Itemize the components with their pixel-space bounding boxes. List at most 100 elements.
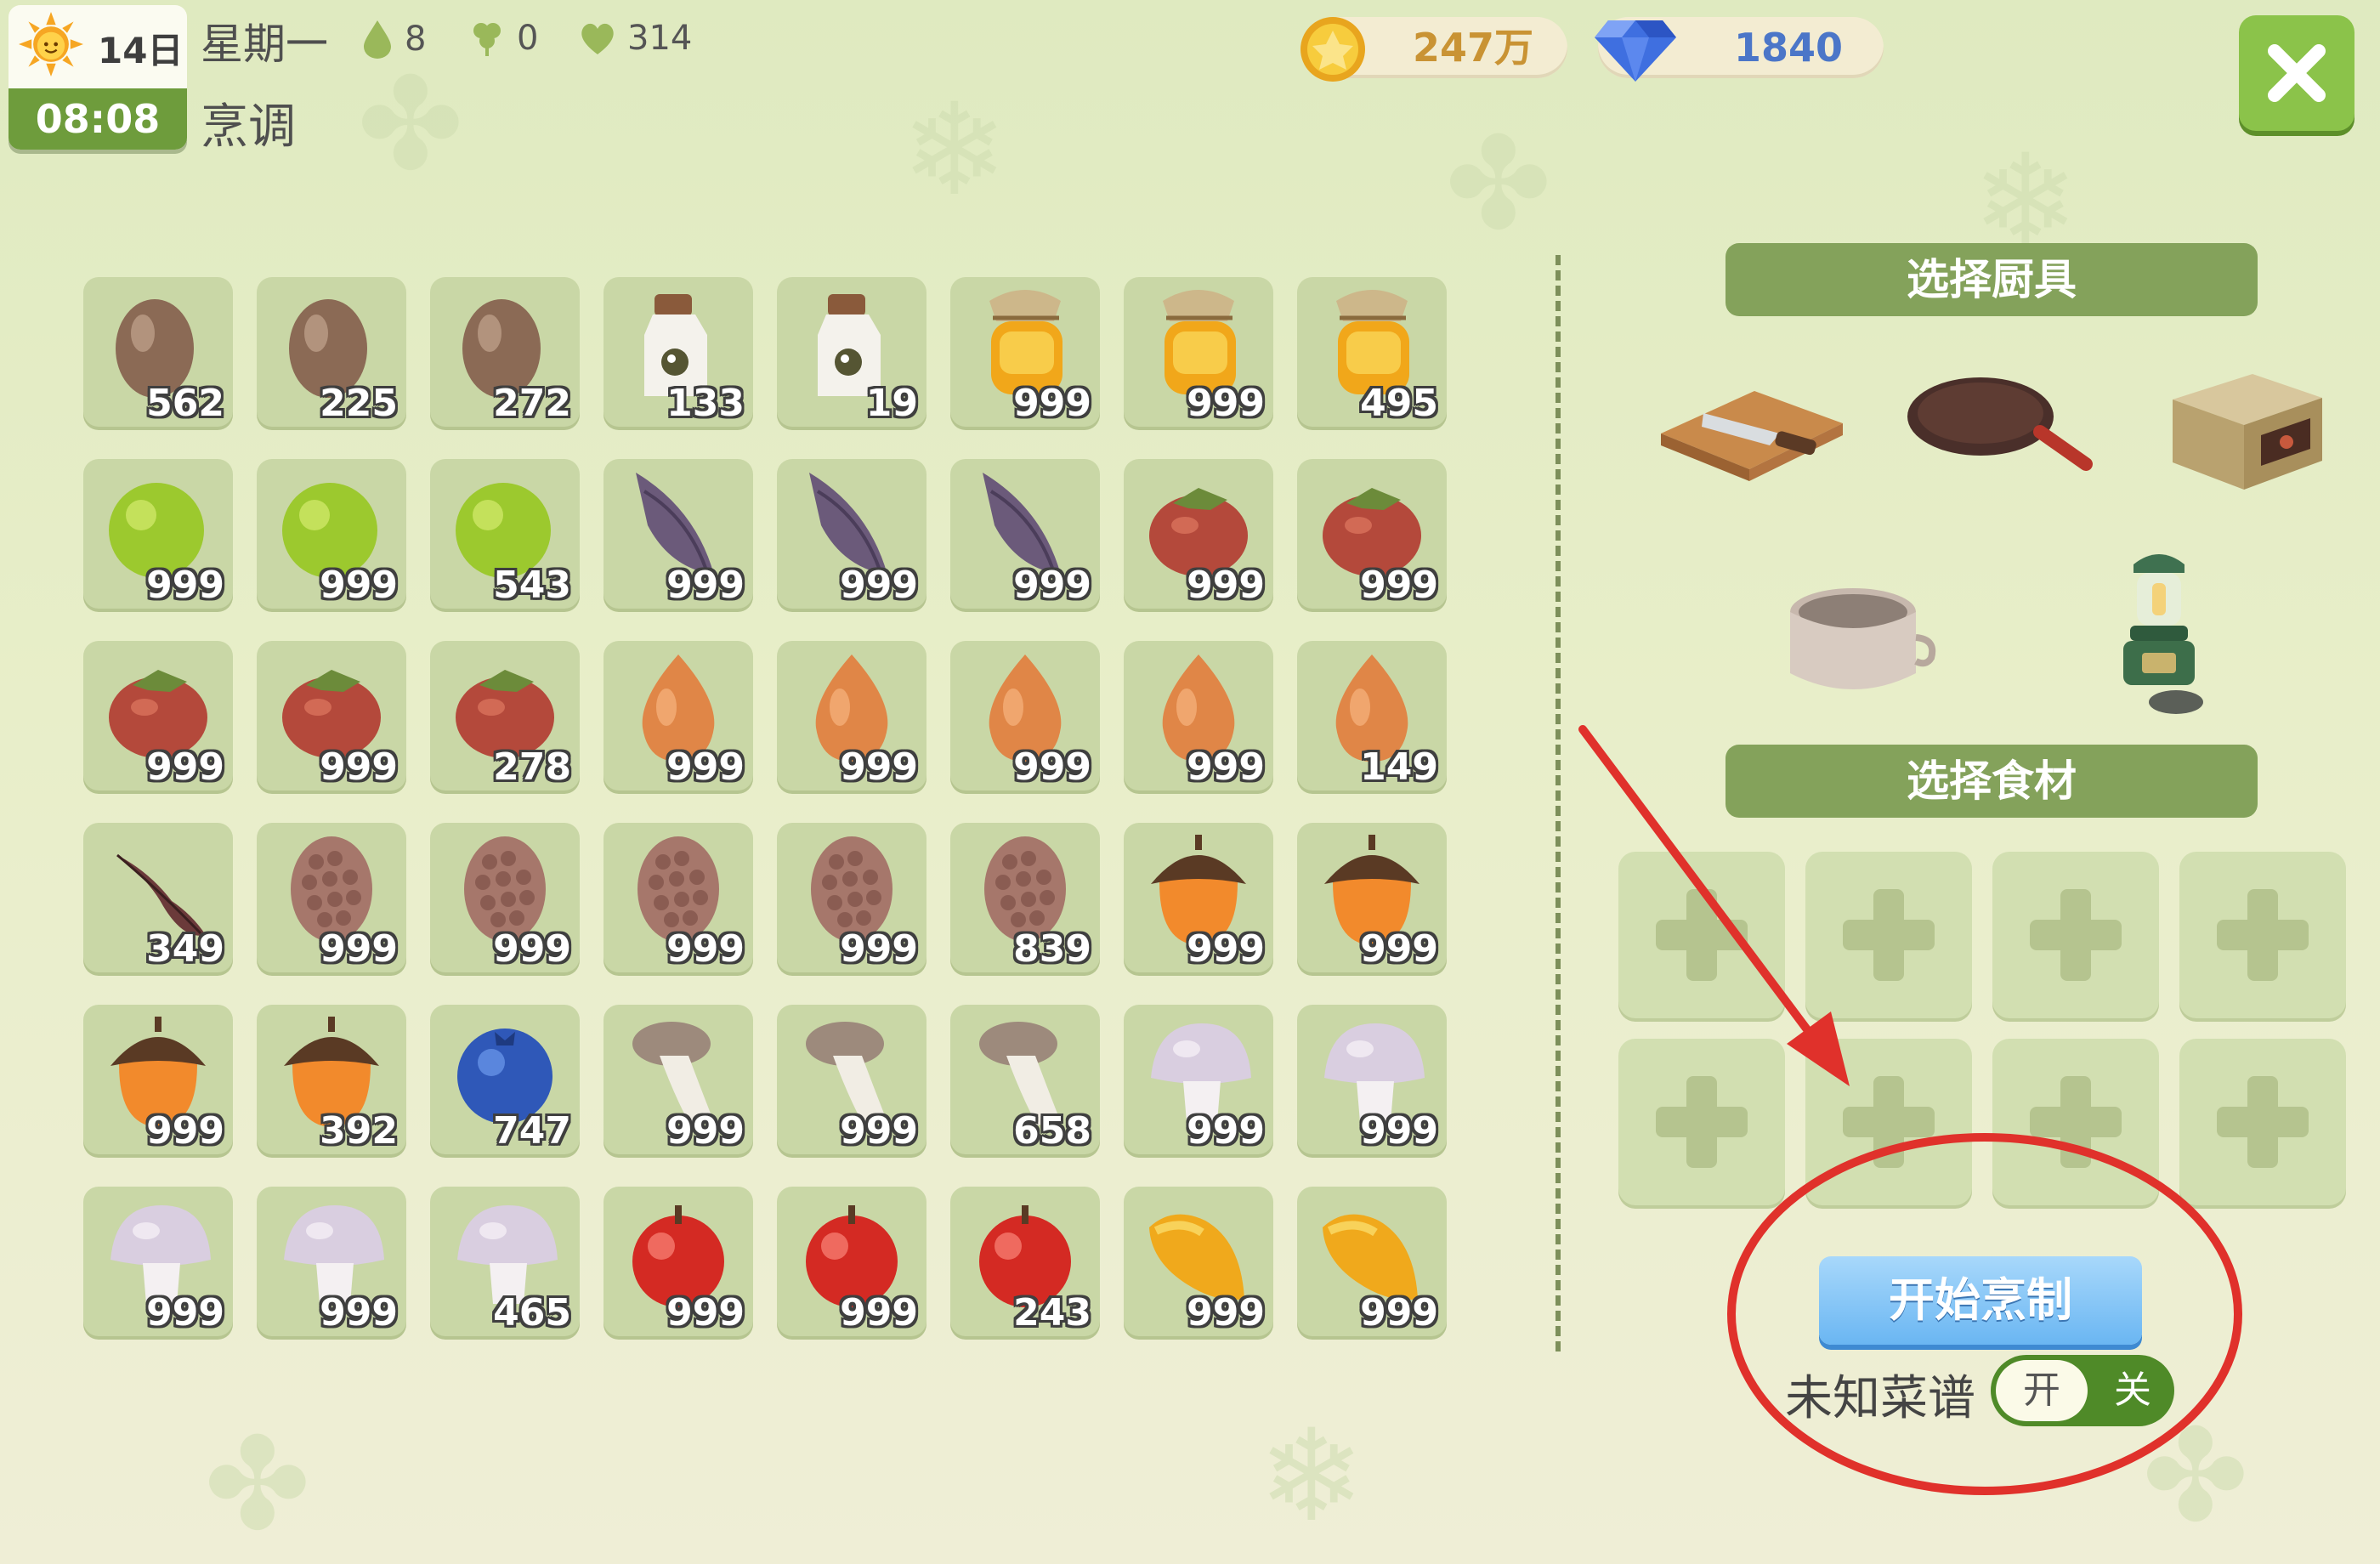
date-time-panel: 14日 08:08 [8, 5, 187, 150]
inventory-slot[interactable]: 999 [257, 823, 406, 972]
inventory-slot[interactable]: 999 [1297, 459, 1447, 609]
ingredient-slot[interactable] [1618, 852, 1785, 1018]
inventory-slot[interactable]: 747 [430, 1005, 580, 1154]
inventory-slot[interactable]: 392 [257, 1005, 406, 1154]
plus-icon-bar [1656, 1107, 1748, 1137]
ingredient-slot[interactable] [1618, 1039, 1785, 1205]
item-count: 133 [666, 382, 745, 425]
item-count: 999 [666, 564, 745, 607]
inventory-slot[interactable]: 999 [430, 823, 580, 972]
pot-icon[interactable] [1780, 578, 1938, 706]
ingredient-slot[interactable] [1992, 852, 2159, 1018]
hearts-value: 314 [627, 19, 693, 58]
cutting-board-icon[interactable] [1652, 374, 1850, 484]
plus-icon-bar [2217, 1107, 2309, 1137]
coin-icon [1300, 17, 1365, 82]
inventory-slot[interactable]: 999 [1124, 1005, 1273, 1154]
toggle-off-option[interactable]: 关 [2096, 1360, 2169, 1421]
inventory-slot[interactable]: 999 [1124, 1187, 1273, 1336]
item-count: 562 [146, 382, 224, 425]
oven-icon[interactable] [2168, 366, 2327, 493]
item-count: 999 [1187, 1291, 1265, 1334]
inventory-slot[interactable]: 562 [83, 277, 233, 427]
inventory-slot[interactable]: 999 [777, 641, 926, 790]
item-count: 999 [320, 745, 398, 789]
inventory-slot[interactable]: 839 [950, 823, 1100, 972]
unknown-recipe-toggle[interactable]: 开 关 [1991, 1355, 2174, 1426]
inventory-slot[interactable]: 999 [604, 459, 753, 609]
ingredient-slot[interactable] [1992, 1039, 2159, 1205]
inventory-slot[interactable]: 999 [950, 459, 1100, 609]
inventory-slot[interactable]: 999 [604, 823, 753, 972]
plus-icon-bar [1656, 920, 1748, 950]
inventory-slot[interactable]: 19 [777, 277, 926, 427]
inventory-slot[interactable]: 999 [604, 1005, 753, 1154]
inventory-slot[interactable]: 999 [604, 641, 753, 790]
inventory-slot[interactable]: 999 [1297, 823, 1447, 972]
inventory-slot[interactable]: 999 [604, 1187, 753, 1336]
inventory-slot[interactable]: 149 [1297, 641, 1447, 790]
clover-decoration: ✤ [204, 1411, 311, 1559]
inventory-slot[interactable]: 999 [257, 1187, 406, 1336]
inventory-slot[interactable]: 658 [950, 1005, 1100, 1154]
inventory-slot[interactable]: 999 [950, 641, 1100, 790]
item-count: 999 [320, 1291, 398, 1334]
inventory-slot[interactable]: 243 [950, 1187, 1100, 1336]
inventory-slot[interactable]: 999 [83, 1005, 233, 1154]
inventory-slot[interactable]: 999 [1124, 641, 1273, 790]
frying-pan-icon[interactable] [1904, 364, 2100, 483]
camping-stove-icon[interactable] [2108, 544, 2210, 722]
inventory-slot[interactable]: 272 [430, 277, 580, 427]
inventory-slot[interactable]: 133 [604, 277, 753, 427]
item-count: 999 [1187, 564, 1265, 607]
stamina-stat: 8 [360, 19, 426, 60]
inventory-slot[interactable]: 999 [1124, 459, 1273, 609]
start-cooking-button[interactable]: 开始烹制 [1819, 1256, 2142, 1345]
close-icon [2268, 44, 2326, 102]
inventory-slot[interactable]: 999 [257, 641, 406, 790]
item-count: 999 [320, 564, 398, 607]
inventory-slot[interactable]: 999 [777, 1005, 926, 1154]
inventory-slot[interactable]: 999 [1124, 277, 1273, 427]
item-count: 999 [146, 1109, 224, 1153]
close-button[interactable] [2239, 15, 2354, 131]
inventory-slot[interactable]: 349 [83, 823, 233, 972]
stamina-value: 8 [405, 20, 427, 59]
inventory-slot[interactable]: 543 [430, 459, 580, 609]
snowflake-decoration: ❄ [901, 76, 1008, 224]
inventory-slot[interactable]: 999 [1297, 1187, 1447, 1336]
plus-icon-bar [1843, 920, 1935, 950]
item-count: 243 [1013, 1291, 1091, 1334]
inventory-slot[interactable]: 465 [430, 1187, 580, 1336]
ingredient-slot[interactable] [2179, 852, 2346, 1018]
inventory-slot[interactable]: 999 [1297, 1005, 1447, 1154]
clover-decoration: ✤ [1445, 110, 1552, 258]
inventory-slot[interactable]: 225 [257, 277, 406, 427]
inventory-slot[interactable]: 495 [1297, 277, 1447, 427]
item-count: 999 [840, 927, 918, 971]
item-count: 999 [666, 1109, 745, 1153]
ingredient-slot[interactable] [1805, 852, 1972, 1018]
inventory-slot[interactable]: 999 [777, 1187, 926, 1336]
inventory-slot[interactable]: 999 [257, 459, 406, 609]
item-count: 999 [1013, 745, 1091, 789]
day-label: 14日 [98, 30, 184, 71]
ingredient-slot[interactable] [2179, 1039, 2346, 1205]
inventory-slot[interactable]: 999 [777, 459, 926, 609]
ingredient-slot[interactable] [1805, 1039, 1972, 1205]
gem-counter: 1840 [1595, 17, 1884, 82]
item-count: 999 [1013, 382, 1091, 425]
inventory-slot[interactable]: 999 [83, 1187, 233, 1336]
toggle-on-option[interactable]: 开 [1996, 1360, 2088, 1421]
inventory-slot[interactable]: 278 [430, 641, 580, 790]
inventory-slot[interactable]: 999 [777, 823, 926, 972]
item-count: 747 [493, 1109, 571, 1153]
diamond-icon [1595, 20, 1676, 82]
inventory-slot[interactable]: 999 [83, 641, 233, 790]
select-cookware-header: 选择厨具 [1726, 243, 2258, 316]
clover-icon [473, 23, 501, 56]
inventory-slot[interactable]: 999 [1124, 823, 1273, 972]
inventory-slot[interactable]: 999 [950, 277, 1100, 427]
item-count: 999 [666, 927, 745, 971]
inventory-slot[interactable]: 999 [83, 459, 233, 609]
